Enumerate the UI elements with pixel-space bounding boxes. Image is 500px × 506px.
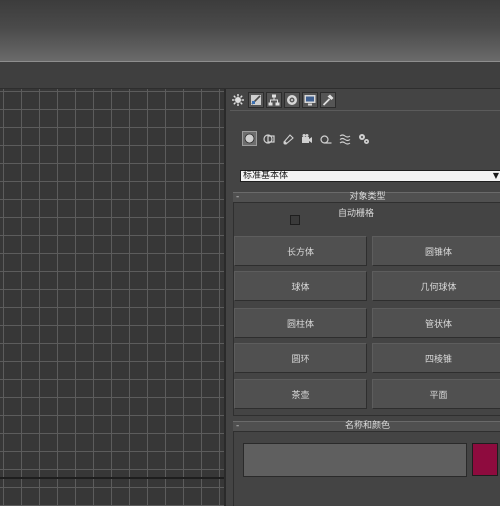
create-icon	[232, 94, 244, 106]
torus-button[interactable]: 圆环	[234, 343, 367, 373]
viewport-home-grid-axis	[0, 477, 224, 479]
modify-tab[interactable]	[248, 92, 264, 108]
autogrid-label: 自动栅格	[338, 209, 375, 219]
motion-tab[interactable]	[284, 92, 300, 108]
cone-button[interactable]: 圆锥体	[372, 236, 500, 266]
create-tab[interactable]	[230, 92, 246, 108]
teapot-button[interactable]: 茶壶	[234, 379, 367, 409]
title-bar	[0, 0, 500, 61]
tape-measure-icon	[319, 134, 331, 144]
autogrid-checkbox[interactable]	[290, 215, 300, 225]
waves-icon	[339, 133, 350, 145]
pyramid-button[interactable]: 四棱锥	[372, 343, 500, 373]
plane-button[interactable]: 平面	[372, 379, 500, 409]
command-panel: 标准基本体 ▼ - 对象类型 自动栅格 长方体 圆锥体 球体 几何球体 圆柱体 …	[224, 89, 500, 506]
primitive-type-value: 标准基本体	[243, 171, 289, 181]
create-categories	[242, 131, 371, 146]
helpers-category[interactable]	[318, 131, 333, 146]
utilities-tab[interactable]	[320, 92, 336, 108]
systems-category[interactable]	[356, 131, 371, 146]
hierarchy-tab[interactable]	[266, 92, 282, 108]
box-button[interactable]: 长方体	[234, 236, 367, 266]
primitive-type-dropdown[interactable]: 标准基本体 ▼	[240, 170, 500, 182]
tabs-divider	[230, 110, 500, 111]
viewport-perspective[interactable]	[0, 89, 224, 506]
object-type-title: 对象类型	[349, 192, 386, 202]
hierarchy-icon	[268, 94, 280, 106]
object-name-field[interactable]	[243, 443, 467, 477]
geosphere-button[interactable]: 几何球体	[372, 271, 500, 301]
collapse-icon: -	[236, 421, 240, 431]
modify-icon	[251, 95, 261, 105]
name-color-title: 名称和颜色	[344, 421, 390, 431]
space-warps-category[interactable]	[337, 131, 352, 146]
chevron-down-icon: ▼	[492, 171, 499, 180]
cameras-category[interactable]	[299, 131, 314, 146]
hammer-icon	[322, 94, 334, 106]
name-color-rollout-header[interactable]: - 名称和颜色	[233, 421, 500, 431]
gears-icon	[358, 133, 369, 144]
motion-icon	[287, 95, 297, 105]
shapes-category[interactable]	[261, 131, 276, 146]
sphere-icon	[244, 133, 255, 144]
geometry-category[interactable]	[242, 131, 257, 146]
shapes-icon	[262, 133, 275, 144]
camera-icon	[301, 133, 312, 143]
object-type-rollout-header[interactable]: - 对象类型	[233, 192, 500, 202]
collapse-icon: -	[236, 192, 240, 202]
cylinder-button[interactable]: 圆柱体	[234, 308, 367, 338]
command-panel-tabs	[230, 92, 336, 108]
lights-category[interactable]	[280, 131, 295, 146]
display-tab[interactable]	[302, 92, 318, 108]
sphere-button[interactable]: 球体	[234, 271, 367, 301]
main-toolbar	[0, 62, 500, 89]
light-icon	[282, 133, 294, 145]
object-color-swatch[interactable]	[472, 443, 498, 476]
tube-button[interactable]: 管状体	[372, 308, 500, 338]
display-icon	[304, 95, 316, 106]
